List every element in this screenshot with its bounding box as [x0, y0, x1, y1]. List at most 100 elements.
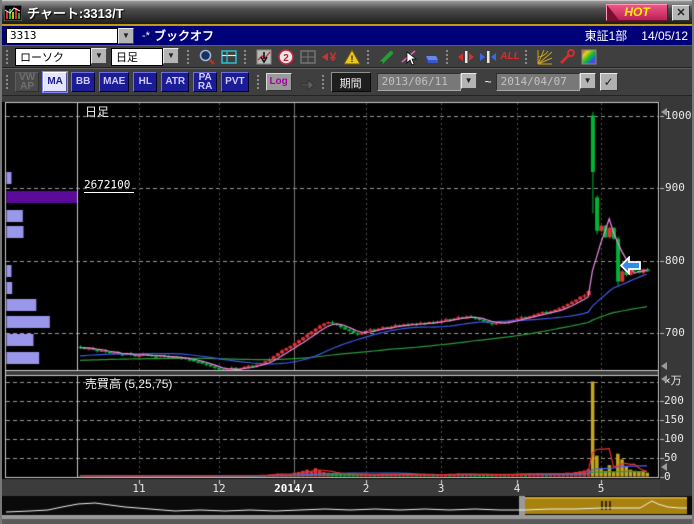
volume-tick-label: 100 — [664, 432, 684, 445]
yen-line-button[interactable]: ¥ — [319, 47, 341, 67]
settings-wrench-button[interactable] — [556, 47, 578, 67]
chart-canvas[interactable] — [0, 96, 694, 524]
axis-arrow-icon[interactable] — [661, 362, 667, 370]
time-tick-label: 12 — [189, 482, 249, 495]
indicator-vwap-button[interactable]: VW AP — [15, 72, 39, 92]
frame-settings-button[interactable] — [218, 47, 240, 67]
price-tick-label: 1000 — [665, 109, 692, 122]
toolbar-grip[interactable] — [243, 49, 250, 65]
indicator-ma-button[interactable]: MA — [43, 72, 67, 92]
indicator-mae-button[interactable]: MAE — [99, 72, 129, 92]
trendline-pointer-icon — [400, 48, 418, 66]
candle-widen-button[interactable] — [455, 47, 477, 67]
period-to-value: 2014/04/07 — [496, 73, 580, 91]
indicator-bb-button[interactable]: BB — [71, 72, 95, 92]
toolbar-grip[interactable] — [321, 74, 328, 90]
timeframe-combo[interactable]: 日足 ▼ — [111, 48, 179, 66]
para-line2: RA — [197, 82, 213, 91]
svg-text:2: 2 — [283, 53, 289, 64]
toolbar-grip[interactable] — [186, 49, 193, 65]
period-button[interactable]: 期間 — [331, 72, 371, 92]
window-2-button[interactable]: 2 — [275, 47, 297, 67]
timeframe-dropdown[interactable]: ▼ — [163, 48, 179, 64]
candle-narrow-icon — [479, 48, 497, 66]
trendline-button[interactable] — [398, 47, 420, 67]
volume-tick-label: 0 — [664, 470, 671, 483]
alert-button[interactable]: ! — [341, 47, 363, 67]
symbol-bar: ▼ -* ブックオフ 東証1部 14/05/12 — [0, 26, 694, 45]
compare-chart-button[interactable] — [297, 47, 319, 67]
alert-icon: ! — [343, 48, 361, 66]
window-2-icon: 2 — [277, 48, 295, 66]
show-all-icon: ALL — [500, 51, 519, 62]
indicator-hl-button[interactable]: HL — [133, 72, 157, 92]
zoom-icon — [198, 48, 216, 66]
period-to-dropdown[interactable]: ▼ — [580, 73, 596, 89]
toolbar-grip[interactable] — [256, 74, 263, 90]
price-tick-label: 700 — [665, 326, 685, 339]
app-icon — [4, 5, 22, 21]
indicator-add-icon — [255, 48, 273, 66]
axis-arrow-icon[interactable] — [661, 108, 667, 116]
volume-tick-label: 200 — [664, 394, 684, 407]
period-apply-checkbox[interactable]: ✓ — [600, 73, 618, 91]
frame-settings-icon — [220, 48, 238, 66]
symbol-dropdown-button[interactable]: ▼ — [118, 28, 134, 44]
draw-pen-button[interactable] — [376, 47, 398, 67]
axis-arrow-icon[interactable] — [661, 463, 667, 471]
color-palette-button[interactable] — [578, 47, 600, 67]
rainbow-palette-icon — [580, 48, 598, 66]
show-all-button[interactable]: ALL — [499, 47, 521, 67]
period-tilde: ~ — [485, 75, 492, 89]
period-from-dropdown[interactable]: ▼ — [461, 73, 477, 89]
indicator-pvt-button[interactable]: PVT — [221, 72, 248, 92]
indicator-add-button[interactable] — [253, 47, 275, 67]
toolbar-indicators: VW AP MA BB MAE HL ATR PA RA PVT Log 期間 … — [0, 68, 694, 96]
vwap-line2: AP — [19, 82, 35, 91]
symbol-code-input[interactable] — [6, 28, 118, 44]
symbol-marker: -* — [142, 30, 150, 42]
timeframe-value: 日足 — [111, 48, 163, 66]
log-scale-button[interactable]: Log — [266, 73, 292, 91]
axis-arrow-icon[interactable] — [661, 375, 667, 383]
price-pane-label: 日足 — [85, 103, 109, 120]
jump-button[interactable] — [296, 72, 318, 92]
eraser-button[interactable] — [420, 47, 442, 67]
window-border-left — [0, 0, 2, 524]
indicator-para-button[interactable]: PA RA — [193, 72, 217, 92]
candle-widen-icon — [457, 48, 475, 66]
toolbar-grip[interactable] — [366, 49, 373, 65]
period-to-combo[interactable]: 2014/04/07 ▼ — [496, 73, 596, 91]
toolbar-grip[interactable] — [445, 49, 452, 65]
indicator-atr-button[interactable]: ATR — [161, 72, 189, 92]
toolbar-grip[interactable] — [5, 74, 12, 90]
price-tick-label: 900 — [665, 181, 685, 194]
symbol-combo[interactable]: ▼ — [6, 28, 134, 44]
time-tick-label: 3 — [411, 482, 471, 495]
price-tick-label: 800 — [665, 254, 685, 267]
vbp-highlight-value: 2672100 — [84, 178, 134, 193]
chart-type-combo[interactable]: ローソク ▼ — [15, 48, 107, 66]
toolbar-grip[interactable] — [524, 49, 531, 65]
hot-badge[interactable]: HOT — [606, 4, 668, 21]
zoom-button[interactable] — [196, 47, 218, 67]
chart-window: チャート:3313/T HOT ✕ ▼ -* ブックオフ 東証1部 14/05/… — [0, 0, 694, 524]
jump-arrow-icon-disabled — [298, 73, 316, 91]
chart-cursor-arrow-icon — [620, 256, 641, 275]
svg-text:¥: ¥ — [330, 50, 337, 64]
time-tick-label: 5 — [571, 482, 631, 495]
date-label: 14/05/12 — [641, 29, 688, 43]
title-bar[interactable]: チャート:3313/T HOT ✕ — [0, 0, 694, 24]
chart-type-dropdown[interactable]: ▼ — [91, 48, 107, 64]
period-from-combo[interactable]: 2013/06/11 ▼ — [377, 73, 477, 91]
candle-narrow-button[interactable] — [477, 47, 499, 67]
wrench-icon — [558, 48, 576, 66]
fan-button[interactable] — [534, 47, 556, 67]
volume-tick-label: 150 — [664, 413, 684, 426]
volume-pane-label: 売買高 (5,25,75) — [85, 375, 172, 392]
close-button[interactable]: ✕ — [672, 5, 690, 21]
toolbar-grip[interactable] — [5, 49, 12, 65]
chart-type-value: ローソク — [15, 48, 91, 66]
pen-icon — [378, 48, 396, 66]
fan-web-icon — [536, 48, 554, 66]
